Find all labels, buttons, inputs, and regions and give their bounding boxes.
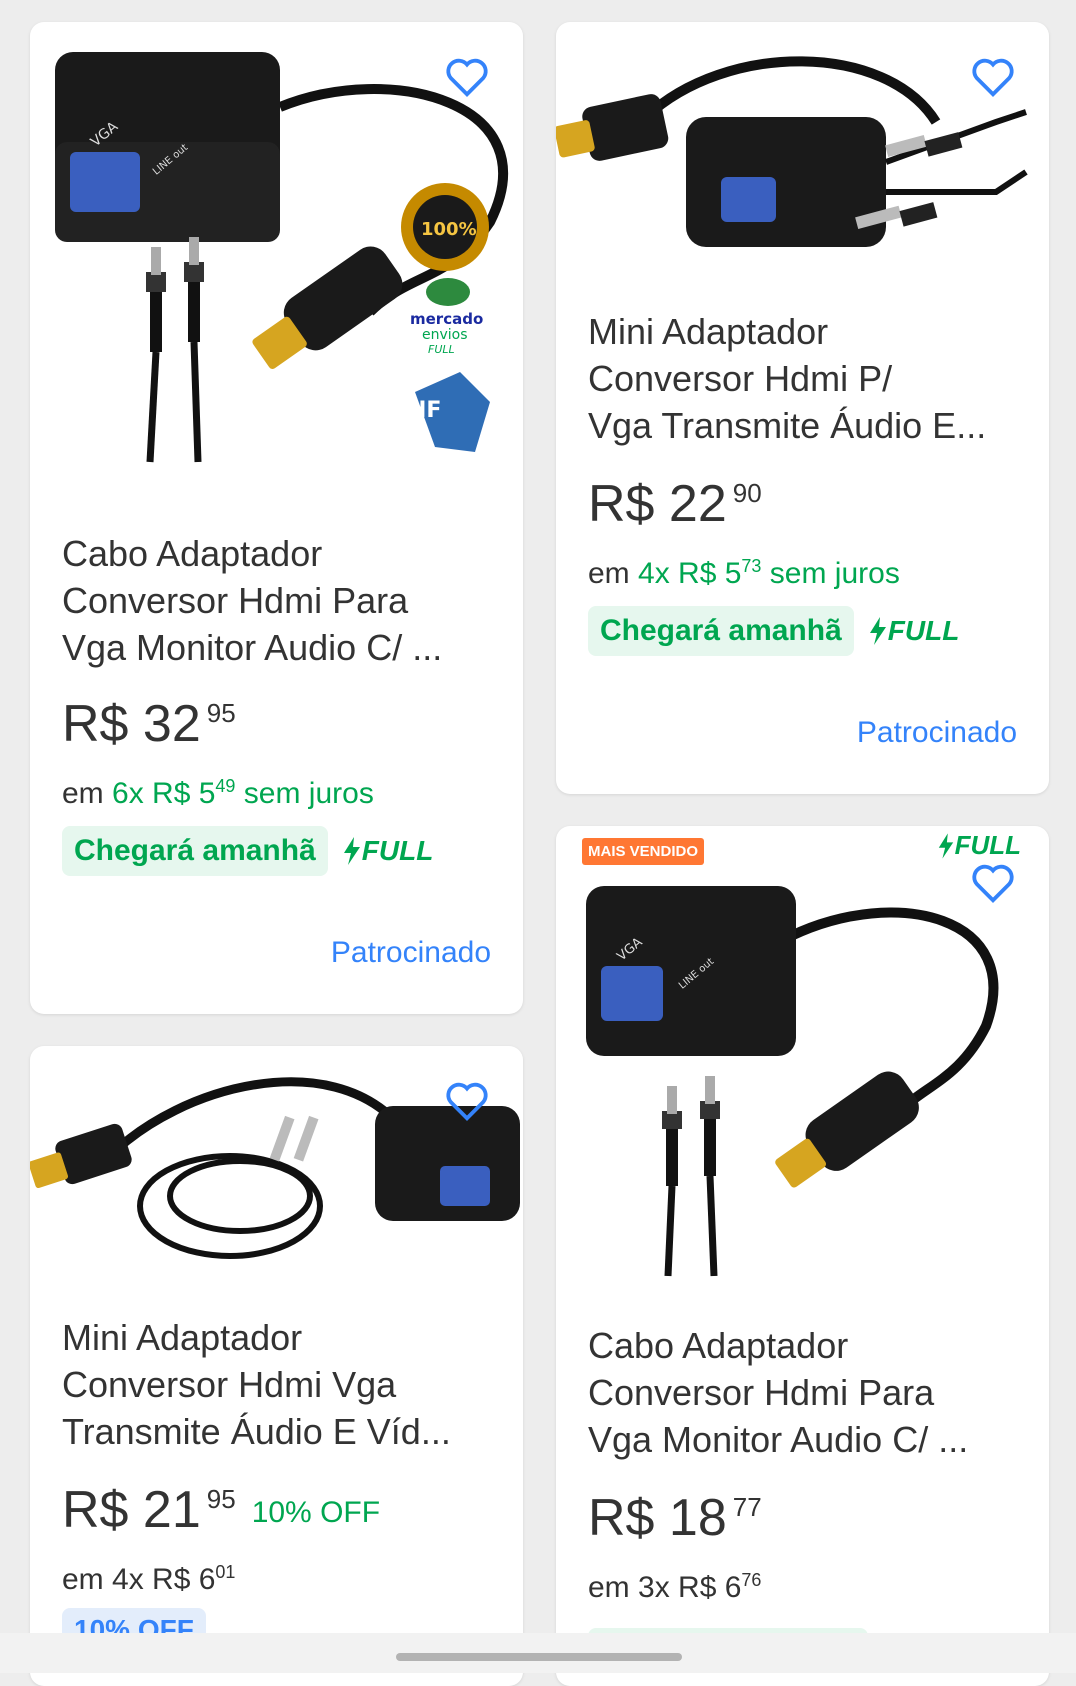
installments: em 4x R$ 601 (62, 1562, 236, 1596)
bolt-icon (869, 617, 886, 645)
price-cents: 77 (732, 1492, 762, 1522)
bolt-icon (938, 832, 953, 859)
svg-text:envios: envios (422, 327, 468, 343)
price-integer: R$ 22 (588, 475, 727, 533)
product-card[interactable]: MAIS VENDIDO FULL VGA LINE out Cabo Adap… (556, 826, 1049, 1686)
svg-text:mercado: mercado (410, 310, 483, 328)
product-price: R$ 18 77 (588, 1488, 762, 1548)
product-title[interactable]: Mini Adaptador Conversor Hdmi P/ Vga Tra… (588, 308, 1021, 449)
system-navigation-bar (0, 1633, 1076, 1673)
product-price: R$ 21 95 10% OFF (62, 1480, 380, 1540)
heart-icon[interactable] (444, 1078, 490, 1124)
product-card[interactable]: VGA LINE out 100% mercado envios FULL NF… (30, 22, 523, 1014)
home-indicator[interactable] (396, 1653, 682, 1661)
price-integer: R$ 18 (588, 1489, 727, 1547)
product-price: R$ 32 95 (62, 694, 236, 754)
installments: em 3x R$ 676 (588, 1570, 762, 1604)
full-badge: FULL (868, 615, 959, 647)
product-card[interactable]: Mini Adaptador Conversor Hdmi P/ Vga Tra… (556, 22, 1049, 794)
svg-text:100%: 100% (421, 219, 477, 240)
product-image[interactable]: VGA LINE out (556, 876, 1049, 1316)
svg-text:NF: NF (408, 398, 441, 423)
installments: em 6x R$ 549 sem juros (62, 776, 374, 810)
heart-icon[interactable] (970, 54, 1016, 100)
sponsored-label: Patrocinado (856, 716, 1017, 749)
heart-icon[interactable] (444, 54, 490, 100)
price-cents: 95 (206, 698, 236, 728)
product-price: R$ 22 90 (588, 474, 762, 534)
shipping-pill: Chegará amanhã (62, 826, 328, 876)
full-badge: FULL (937, 830, 1021, 861)
product-title[interactable]: Cabo Adaptador Conversor Hdmi Para Vga M… (62, 530, 495, 671)
shipping-info: Chegará amanhã FULL (62, 826, 433, 876)
bolt-icon (343, 837, 360, 865)
sponsored-label: Patrocinado (330, 936, 491, 969)
product-card[interactable]: Mini Adaptador Conversor Hdmi Vga Transm… (30, 1046, 523, 1686)
discount-label: 10% OFF (251, 1496, 381, 1529)
price-integer: R$ 21 (62, 1481, 201, 1539)
shipping-info: Chegará amanhã FULL (588, 606, 959, 656)
svg-text:FULL: FULL (428, 343, 455, 356)
price-cents: 95 (206, 1484, 236, 1514)
full-badge: FULL (342, 835, 433, 867)
price-integer: R$ 32 (62, 695, 201, 753)
price-cents: 90 (732, 478, 762, 508)
shipping-pill: Chegará amanhã (588, 606, 854, 656)
product-title[interactable]: Cabo Adaptador Conversor Hdmi Para Vga M… (588, 1322, 1021, 1463)
heart-icon[interactable] (970, 860, 1016, 906)
product-title[interactable]: Mini Adaptador Conversor Hdmi Vga Transm… (62, 1314, 495, 1455)
best-seller-badge: MAIS VENDIDO (582, 838, 705, 865)
installments: em 4x R$ 573 sem juros (588, 556, 900, 590)
